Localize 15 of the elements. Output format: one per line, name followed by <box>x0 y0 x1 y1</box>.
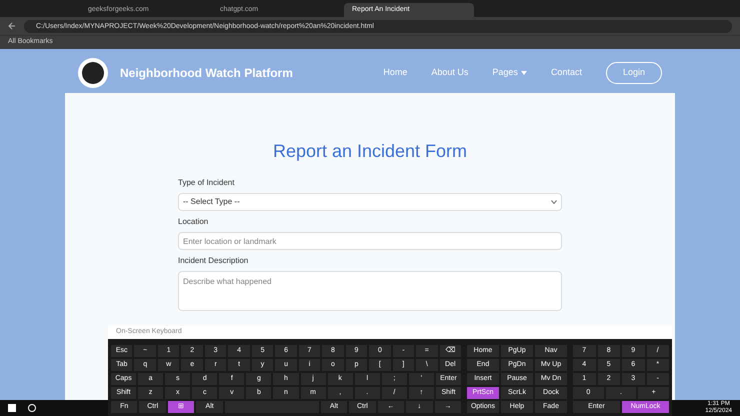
back-icon[interactable] <box>8 22 16 30</box>
brand-name: Neighborhood Watch Platform <box>120 65 293 82</box>
start-icon[interactable] <box>8 404 16 412</box>
field-label: Incident Description <box>178 255 250 267</box>
form-title: Report an Incident Form <box>272 140 468 163</box>
description-field[interactable]: Describe what happened <box>178 271 562 311</box>
search-icon[interactable] <box>28 404 36 412</box>
field-label: Type of Incident <box>178 177 236 189</box>
caret-icon <box>520 71 527 75</box>
location-field[interactable]: Enter location or landmark <box>178 232 562 250</box>
select-field[interactable]: -- Select Type -- <box>178 193 562 211</box>
select-value: -- Select Type -- <box>183 196 241 208</box>
chevron-icon <box>551 200 557 204</box>
logo-icon <box>78 58 108 88</box>
field-label: Location <box>178 216 210 228</box>
